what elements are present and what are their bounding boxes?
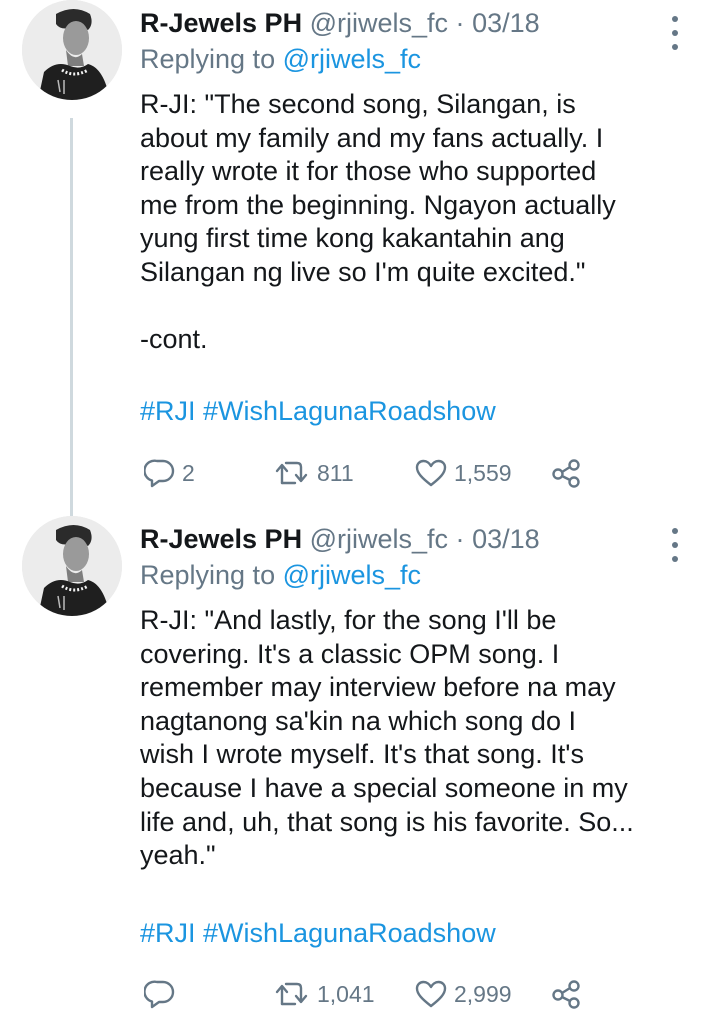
tweet-actions: 1,041 2,999: [140, 974, 660, 1014]
like-button[interactable]: 2,999: [414, 974, 512, 1014]
reply-button[interactable]: [144, 974, 182, 1014]
share-button[interactable]: [550, 974, 584, 1014]
more-dot: [672, 30, 678, 36]
retweet-button[interactable]: 811: [273, 453, 354, 493]
author-handle[interactable]: @rjiwels_fc: [310, 8, 448, 38]
reply-button[interactable]: 2: [144, 453, 195, 493]
more-dot: [672, 528, 678, 534]
tweet-text: R-JI: "And lastly, for the song I'll be …: [140, 605, 634, 871]
like-button[interactable]: 1,559: [414, 453, 512, 493]
retweet-count: 811: [317, 459, 354, 486]
replying-label: Replying to: [140, 44, 276, 74]
separator: ·: [455, 8, 465, 38]
tweet-text: R-JI: "The second song, Silangan, is abo…: [140, 89, 616, 355]
separator: ·: [455, 524, 465, 554]
share-icon: [550, 457, 584, 489]
replying-handle[interactable]: @rjiwels_fc: [283, 44, 421, 74]
tweet-header: R-Jewels PH @rjiwels_fc · 03/18: [140, 6, 690, 40]
more-dot: [672, 542, 678, 548]
tweet-header: R-Jewels PH @rjiwels_fc · 03/18: [140, 522, 690, 556]
tweet-date[interactable]: 03/18: [472, 8, 540, 38]
like-count: 2,999: [454, 980, 512, 1007]
author-handle[interactable]: @rjiwels_fc: [310, 524, 448, 554]
share-icon: [550, 978, 584, 1010]
tweet-actions: 2 811 1,559: [140, 453, 660, 493]
more-dot: [672, 16, 678, 22]
replying-to: Replying to @rjiwels_fc: [140, 42, 690, 76]
share-button[interactable]: [550, 453, 584, 493]
reply-count: 2: [182, 459, 195, 486]
heart-icon: [414, 457, 448, 489]
heart-icon: [414, 978, 448, 1010]
reply-icon: [144, 457, 176, 489]
hashtags[interactable]: #RJI #WishLagunaRoadshow: [140, 394, 496, 428]
tweet[interactable]: R-Jewels PH @rjiwels_fc · 03/18 Replying…: [0, 512, 720, 1009]
author-name[interactable]: R-Jewels PH: [140, 8, 302, 38]
avatar[interactable]: [22, 0, 122, 100]
more-dot: [672, 556, 678, 562]
author-name[interactable]: R-Jewels PH: [140, 524, 302, 554]
avatar[interactable]: [22, 516, 122, 616]
reply-icon: [144, 978, 176, 1010]
more-options-icon[interactable]: [670, 16, 680, 50]
retweet-button[interactable]: 1,041: [273, 974, 375, 1014]
replying-to: Replying to @rjiwels_fc: [140, 558, 690, 592]
hashtags[interactable]: #RJI #WishLagunaRoadshow: [140, 916, 496, 950]
replying-handle[interactable]: @rjiwels_fc: [283, 560, 421, 590]
retweet-icon: [273, 978, 311, 1010]
replying-label: Replying to: [140, 560, 276, 590]
retweet-count: 1,041: [317, 980, 375, 1007]
more-options-icon[interactable]: [670, 528, 680, 562]
tweet-date[interactable]: 03/18: [472, 524, 540, 554]
like-count: 1,559: [454, 459, 512, 486]
retweet-icon: [273, 457, 311, 489]
more-dot: [672, 44, 678, 50]
tweet[interactable]: R-Jewels PH @rjiwels_fc · 03/18 Replying…: [0, 0, 720, 512]
